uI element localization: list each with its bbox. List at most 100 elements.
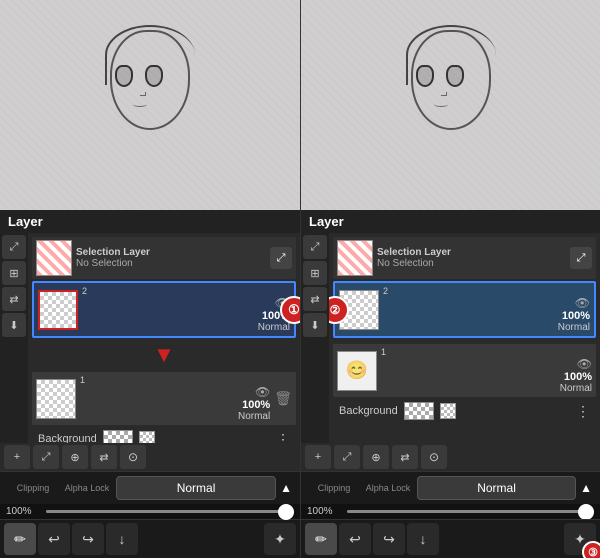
camera-btn-1[interactable]: ⊙: [120, 445, 146, 469]
layer-panel-1: Layer ⤢ ⊞ ⇄ ⬇ Selection Layer No Selecti…: [0, 210, 300, 471]
blend-mode-btn-1[interactable]: Normal: [116, 476, 276, 500]
more-options-2[interactable]: ⋮: [576, 403, 590, 420]
zoom-bar-1: 100%: [0, 504, 300, 519]
move-layer-btn-2[interactable]: ⤢: [334, 445, 360, 469]
face-sketch-2: [391, 20, 511, 190]
layer-opacity-2-panel2: 100%: [562, 310, 590, 322]
zoom-label-1: 100%: [6, 506, 42, 517]
expand-icon-side[interactable]: ⊞: [2, 261, 26, 285]
blend-mode-btn-2[interactable]: Normal: [417, 476, 576, 500]
eye-icon-1-panel2[interactable]: 👁: [577, 357, 592, 371]
layer-opacity-1-panel2: 100%: [564, 371, 592, 383]
layer-thumb-1-panel1: [36, 379, 76, 419]
down-tool-1[interactable]: ↓: [106, 523, 138, 555]
eye-icon-1-panel1[interactable]: 👁: [255, 385, 270, 399]
layer-main-1: Selection Layer No Selection ⤢ 2 👁 100% …: [28, 233, 300, 443]
layer-row-2-panel1[interactable]: 2 👁 100% Normal ①: [32, 281, 296, 338]
bg-label-2: Background: [339, 405, 398, 417]
move-icon-side[interactable]: ⤢: [2, 235, 26, 259]
layer-content-1: ⤢ ⊞ ⇄ ⬇ Selection Layer No Selection ⤢: [0, 233, 300, 443]
redo-tool-1[interactable]: ↪: [72, 523, 104, 555]
layer-face-thumb: 😊: [338, 352, 376, 390]
layer-blend-1-panel2: Normal: [560, 383, 592, 394]
layer-thumb-1-panel2: 😊: [337, 351, 377, 391]
down-tool-2[interactable]: ↓: [407, 523, 439, 555]
download-icon-side-2[interactable]: ⬇: [303, 313, 327, 337]
footer-bar-1: Clipping Alpha Lock Normal ▲: [0, 471, 300, 504]
selection-layer-title-1: Selection Layer: [76, 247, 266, 258]
chevron-up-2[interactable]: ▲: [580, 481, 592, 495]
layer-header-label-2: Layer: [309, 214, 344, 229]
down-arrow-icon: ▼: [153, 342, 175, 368]
layer-blend-2-panel1: Normal: [258, 322, 290, 333]
transfer-icon-side-2[interactable]: ⇄: [303, 287, 327, 311]
bg-checker-2: [404, 402, 434, 420]
brush-tool-2[interactable]: ✏: [305, 523, 337, 555]
badge-3: ③: [582, 541, 600, 558]
undo-tool-1[interactable]: ↩: [38, 523, 70, 555]
extra-tool-1[interactable]: ✦: [264, 523, 296, 555]
zoom-slider-2[interactable]: [347, 510, 594, 513]
selection-layer-subtitle-2: No Selection: [377, 258, 566, 269]
add-layer-btn-2[interactable]: +: [305, 445, 331, 469]
layer-header-label: Layer: [8, 214, 43, 229]
extra-tool-2[interactable]: ✦ ③: [564, 523, 596, 555]
bottom-layer-tools-2: + ⤢ ⊕ ⇄ ⊙: [301, 443, 600, 471]
layer-content-2: ⤢ ⊞ ⇄ ⬇ Selection Layer No Selection ⤢: [301, 233, 600, 443]
delete-icon-1-panel1[interactable]: 🗑: [274, 390, 292, 407]
layer-blend-2-panel2: Normal: [558, 322, 590, 333]
layer-number-1-panel1: 1: [80, 375, 85, 385]
arrow-area: ▼: [32, 340, 296, 370]
layer-opacity-1-panel1: 100%: [242, 399, 270, 411]
alpha-lock-label-2: Alpha Lock: [363, 483, 413, 493]
layer-number-2-panel2: 2: [383, 286, 388, 296]
layer-info-2-panel2: 2 👁 100% Normal: [383, 286, 590, 333]
layer-info-1-panel2: 1 👁 100% Normal: [381, 347, 592, 394]
more-options-1[interactable]: ⋮: [276, 431, 290, 444]
move-layer-btn-1[interactable]: ⤢: [33, 445, 59, 469]
bg-row-1: Background ⋮: [32, 427, 296, 443]
sel-layer-icon-1[interactable]: ⤢: [270, 247, 292, 269]
download-icon-side[interactable]: ⬇: [2, 313, 26, 337]
sel-layer-icon-2[interactable]: ⤢: [570, 247, 592, 269]
panel-2: Layer ⤢ ⊞ ⇄ ⬇ Selection Layer No Selecti…: [300, 0, 600, 558]
move-icon-side-2[interactable]: ⤢: [303, 235, 327, 259]
transfer-layer-btn-1[interactable]: ⇄: [91, 445, 117, 469]
transfer-icon-side[interactable]: ⇄: [2, 287, 26, 311]
drawing-area-2: [301, 0, 600, 210]
selection-layer-subtitle-1: No Selection: [76, 258, 266, 269]
selection-layer-title-2: Selection Layer: [377, 247, 566, 258]
bg-label-1: Background: [38, 433, 97, 443]
layer-row-2-panel2[interactable]: ② 2 👁 100% Normal: [333, 281, 596, 338]
layer-main-2: Selection Layer No Selection ⤢ ② 2 👁 100…: [329, 233, 600, 443]
clipping-label-2: Clipping: [309, 483, 359, 493]
drawing-area-1: [0, 0, 300, 210]
tool-bar-2: ✏ ↩ ↪ ↓ ✦ ③: [301, 519, 600, 558]
layer-row-1-panel2[interactable]: 😊 1 👁 100% Normal: [333, 344, 596, 397]
bg-checker-1: [103, 430, 133, 443]
eye-icon-2-panel2[interactable]: 👁: [575, 296, 590, 310]
undo-tool-2[interactable]: ↩: [339, 523, 371, 555]
expand-icon-side-2[interactable]: ⊞: [303, 261, 327, 285]
layer-row-1-panel1[interactable]: 1 👁 100% Normal 🗑: [32, 372, 296, 425]
footer-bar-2: Clipping Alpha Lock Normal ▲: [301, 471, 600, 504]
selection-layer-row-2: Selection Layer No Selection ⤢: [333, 237, 596, 279]
chevron-up-1[interactable]: ▲: [280, 481, 292, 495]
selection-layer-thumb-2: [337, 240, 373, 276]
zoom-slider-1[interactable]: [46, 510, 294, 513]
camera-btn-2[interactable]: ⊙: [421, 445, 447, 469]
bg-row-2: Background ⋮: [333, 399, 596, 423]
tool-bar-1: ✏ ↩ ↪ ↓ ✦: [0, 519, 300, 558]
add-layer-btn-1[interactable]: +: [4, 445, 30, 469]
selection-layer-thumb-1: [36, 240, 72, 276]
bottom-layer-tools-1: + ⤢ ⊕ ⇄ ⊙: [0, 443, 300, 471]
layer-thumb-2-panel1: [38, 290, 78, 330]
selection-layer-info-2: Selection Layer No Selection: [377, 247, 566, 269]
selection-layer-row-1: Selection Layer No Selection ⤢: [32, 237, 296, 279]
dup-layer-btn-1[interactable]: ⊕: [62, 445, 88, 469]
transfer-layer-btn-2[interactable]: ⇄: [392, 445, 418, 469]
layer-info-2-panel1: 2 👁 100% Normal: [82, 286, 290, 333]
brush-tool-1[interactable]: ✏: [4, 523, 36, 555]
dup-layer-btn-2[interactable]: ⊕: [363, 445, 389, 469]
redo-tool-2[interactable]: ↪: [373, 523, 405, 555]
